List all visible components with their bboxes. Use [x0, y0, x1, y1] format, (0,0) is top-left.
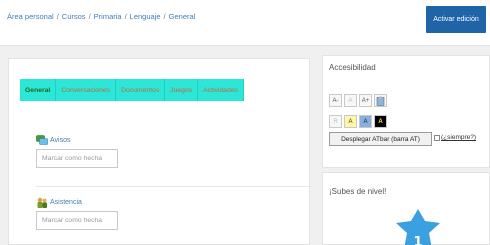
breadcrumb-separator: /	[124, 12, 127, 21]
breadcrumb: Área personal / Cursos / Primaria / Lenguaje / G…	[7, 12, 195, 21]
activity-avisos: Avisos Marcar como hecha	[36, 134, 118, 168]
level-up-block: ¡Subes de nivel! 1	[322, 172, 490, 245]
breadcrumb-separator: /	[163, 12, 166, 21]
save-settings-icon[interactable]	[374, 94, 387, 107]
activity-asistencia: Asistencia Marcar como hecha	[36, 196, 118, 230]
clipboard-icon	[376, 96, 385, 106]
blue-scheme-button[interactable]: A	[359, 115, 372, 128]
atbar-always-option[interactable]: (¿siempre?)	[434, 134, 476, 141]
always-checkbox[interactable]	[434, 134, 440, 141]
breadcrumb-separator: /	[56, 12, 59, 21]
tab-conversaciones[interactable]: Conversaciones	[56, 79, 117, 101]
page-header: Área personal / Cursos / Primaria / Lenguaje / G…	[0, 0, 490, 46]
section-tabs: General Conversaciones Documentos Juegos…	[20, 79, 244, 101]
activity-avisos-link[interactable]: Avisos	[50, 137, 71, 144]
accessibility-block: Accesibilidad A- A A+ R A A A Desplegar …	[322, 55, 490, 168]
tab-documentos[interactable]: Documentos	[116, 79, 166, 101]
increase-font-button[interactable]: A+	[359, 94, 372, 107]
activity-asistencia-link[interactable]: Asistencia	[50, 199, 82, 206]
tab-juegos[interactable]: Juegos	[165, 79, 199, 101]
decrease-font-button[interactable]: A-	[329, 94, 342, 107]
attendance-icon	[37, 197, 47, 208]
accessibility-title: Accesibilidad	[329, 63, 376, 72]
mark-done-button[interactable]: Marcar como hecha	[36, 149, 118, 168]
font-size-controls: A- A A+	[329, 94, 387, 107]
mark-done-button[interactable]: Marcar como hecha	[36, 211, 118, 230]
always-label[interactable]: (¿siempre?)	[441, 134, 476, 141]
course-content: General Conversaciones Documentos Juegos…	[8, 58, 312, 245]
level-number: 1	[413, 235, 422, 245]
breadcrumb-item-lenguaje[interactable]: Lenguaje	[130, 12, 161, 21]
breadcrumb-item-primaria[interactable]: Primaria	[94, 12, 122, 21]
color-scheme-controls: R A A A	[329, 115, 387, 128]
tab-general[interactable]: General	[20, 79, 57, 101]
breadcrumb-item-general[interactable]: General	[169, 12, 196, 21]
forum-icon	[36, 134, 48, 145]
reset-colors-button[interactable]: R	[329, 115, 342, 128]
atbar-button[interactable]: Desplegar ATbar (barra AT)	[329, 132, 432, 146]
breadcrumb-item-cursos[interactable]: Cursos	[62, 12, 86, 21]
tab-actividades[interactable]: Actividades	[198, 79, 244, 101]
activar-edicion-button[interactable]: Activar edición	[426, 6, 486, 33]
yellow-scheme-button[interactable]: A	[344, 115, 357, 128]
breadcrumb-separator: /	[88, 12, 91, 21]
divider	[36, 186, 312, 187]
breadcrumb-item-area-personal[interactable]: Área personal	[7, 12, 54, 21]
black-scheme-button[interactable]: A	[374, 115, 387, 128]
reset-font-button[interactable]: A	[344, 94, 357, 107]
level-badge-icon: 1	[396, 209, 440, 245]
level-up-title: ¡Subes de nivel!	[329, 187, 387, 196]
